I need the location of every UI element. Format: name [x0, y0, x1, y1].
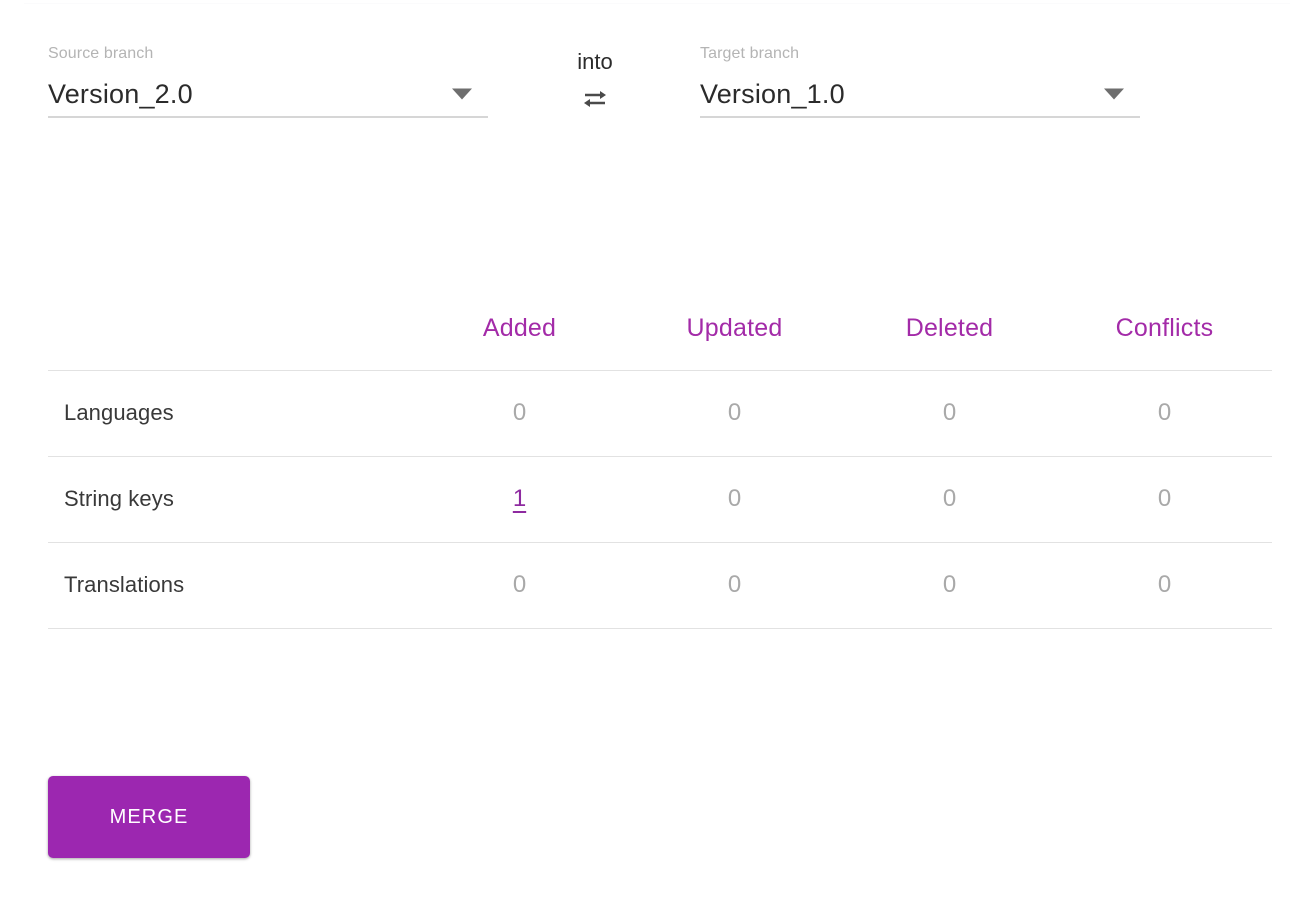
table-row: Languages 0 0 0 0 [48, 370, 1272, 457]
diff-summary-table: Added Updated Deleted Conflicts Language… [48, 288, 1272, 629]
source-branch-field: Source branch Version_2.0 [48, 44, 488, 118]
cell-added: 0 [412, 370, 627, 457]
branch-selector-row: Source branch Version_2.0 into Target br… [0, 0, 1314, 160]
table-row: Translations 0 0 0 0 [48, 542, 1272, 629]
column-header-name [48, 288, 412, 371]
cell-updated: 0 [627, 370, 842, 457]
target-branch-select[interactable]: Version_1.0 [700, 72, 1140, 118]
cell-added: 0 [412, 542, 627, 629]
column-header-added: Added [412, 288, 627, 371]
source-branch-select[interactable]: Version_2.0 [48, 72, 488, 118]
into-label: into [577, 49, 613, 74]
cell-deleted: 0 [842, 542, 1057, 629]
cell-added[interactable]: 1 [412, 456, 627, 543]
cell-conflicts: 0 [1057, 542, 1272, 629]
target-branch-value: Version_1.0 [700, 79, 845, 109]
swap-horizontal-icon[interactable] [578, 86, 612, 112]
column-header-deleted: Deleted [842, 288, 1057, 371]
column-header-conflicts: Conflicts [1057, 288, 1272, 371]
table-header-row: Added Updated Deleted Conflicts [48, 288, 1272, 371]
cell-updated: 0 [627, 456, 842, 543]
branch-connector: into [540, 48, 650, 116]
source-branch-value: Version_2.0 [48, 79, 193, 109]
row-label: Translations [48, 542, 412, 629]
cell-conflicts: 0 [1057, 456, 1272, 543]
cell-deleted: 0 [842, 456, 1057, 543]
chevron-down-icon[interactable] [1104, 88, 1124, 100]
column-header-updated: Updated [627, 288, 842, 371]
cell-conflicts: 0 [1057, 370, 1272, 457]
row-label: Languages [48, 370, 412, 457]
target-branch-label: Target branch [700, 45, 800, 62]
target-branch-field: Target branch Version_1.0 [700, 44, 1140, 118]
table-row: String keys 1 0 0 0 [48, 456, 1272, 543]
merge-button[interactable]: MERGE [48, 776, 250, 858]
chevron-down-icon[interactable] [452, 88, 472, 100]
row-label: String keys [48, 456, 412, 543]
cell-updated: 0 [627, 542, 842, 629]
source-branch-label: Source branch [48, 45, 154, 62]
cell-count-link[interactable]: 1 [513, 485, 526, 512]
cell-deleted: 0 [842, 370, 1057, 457]
